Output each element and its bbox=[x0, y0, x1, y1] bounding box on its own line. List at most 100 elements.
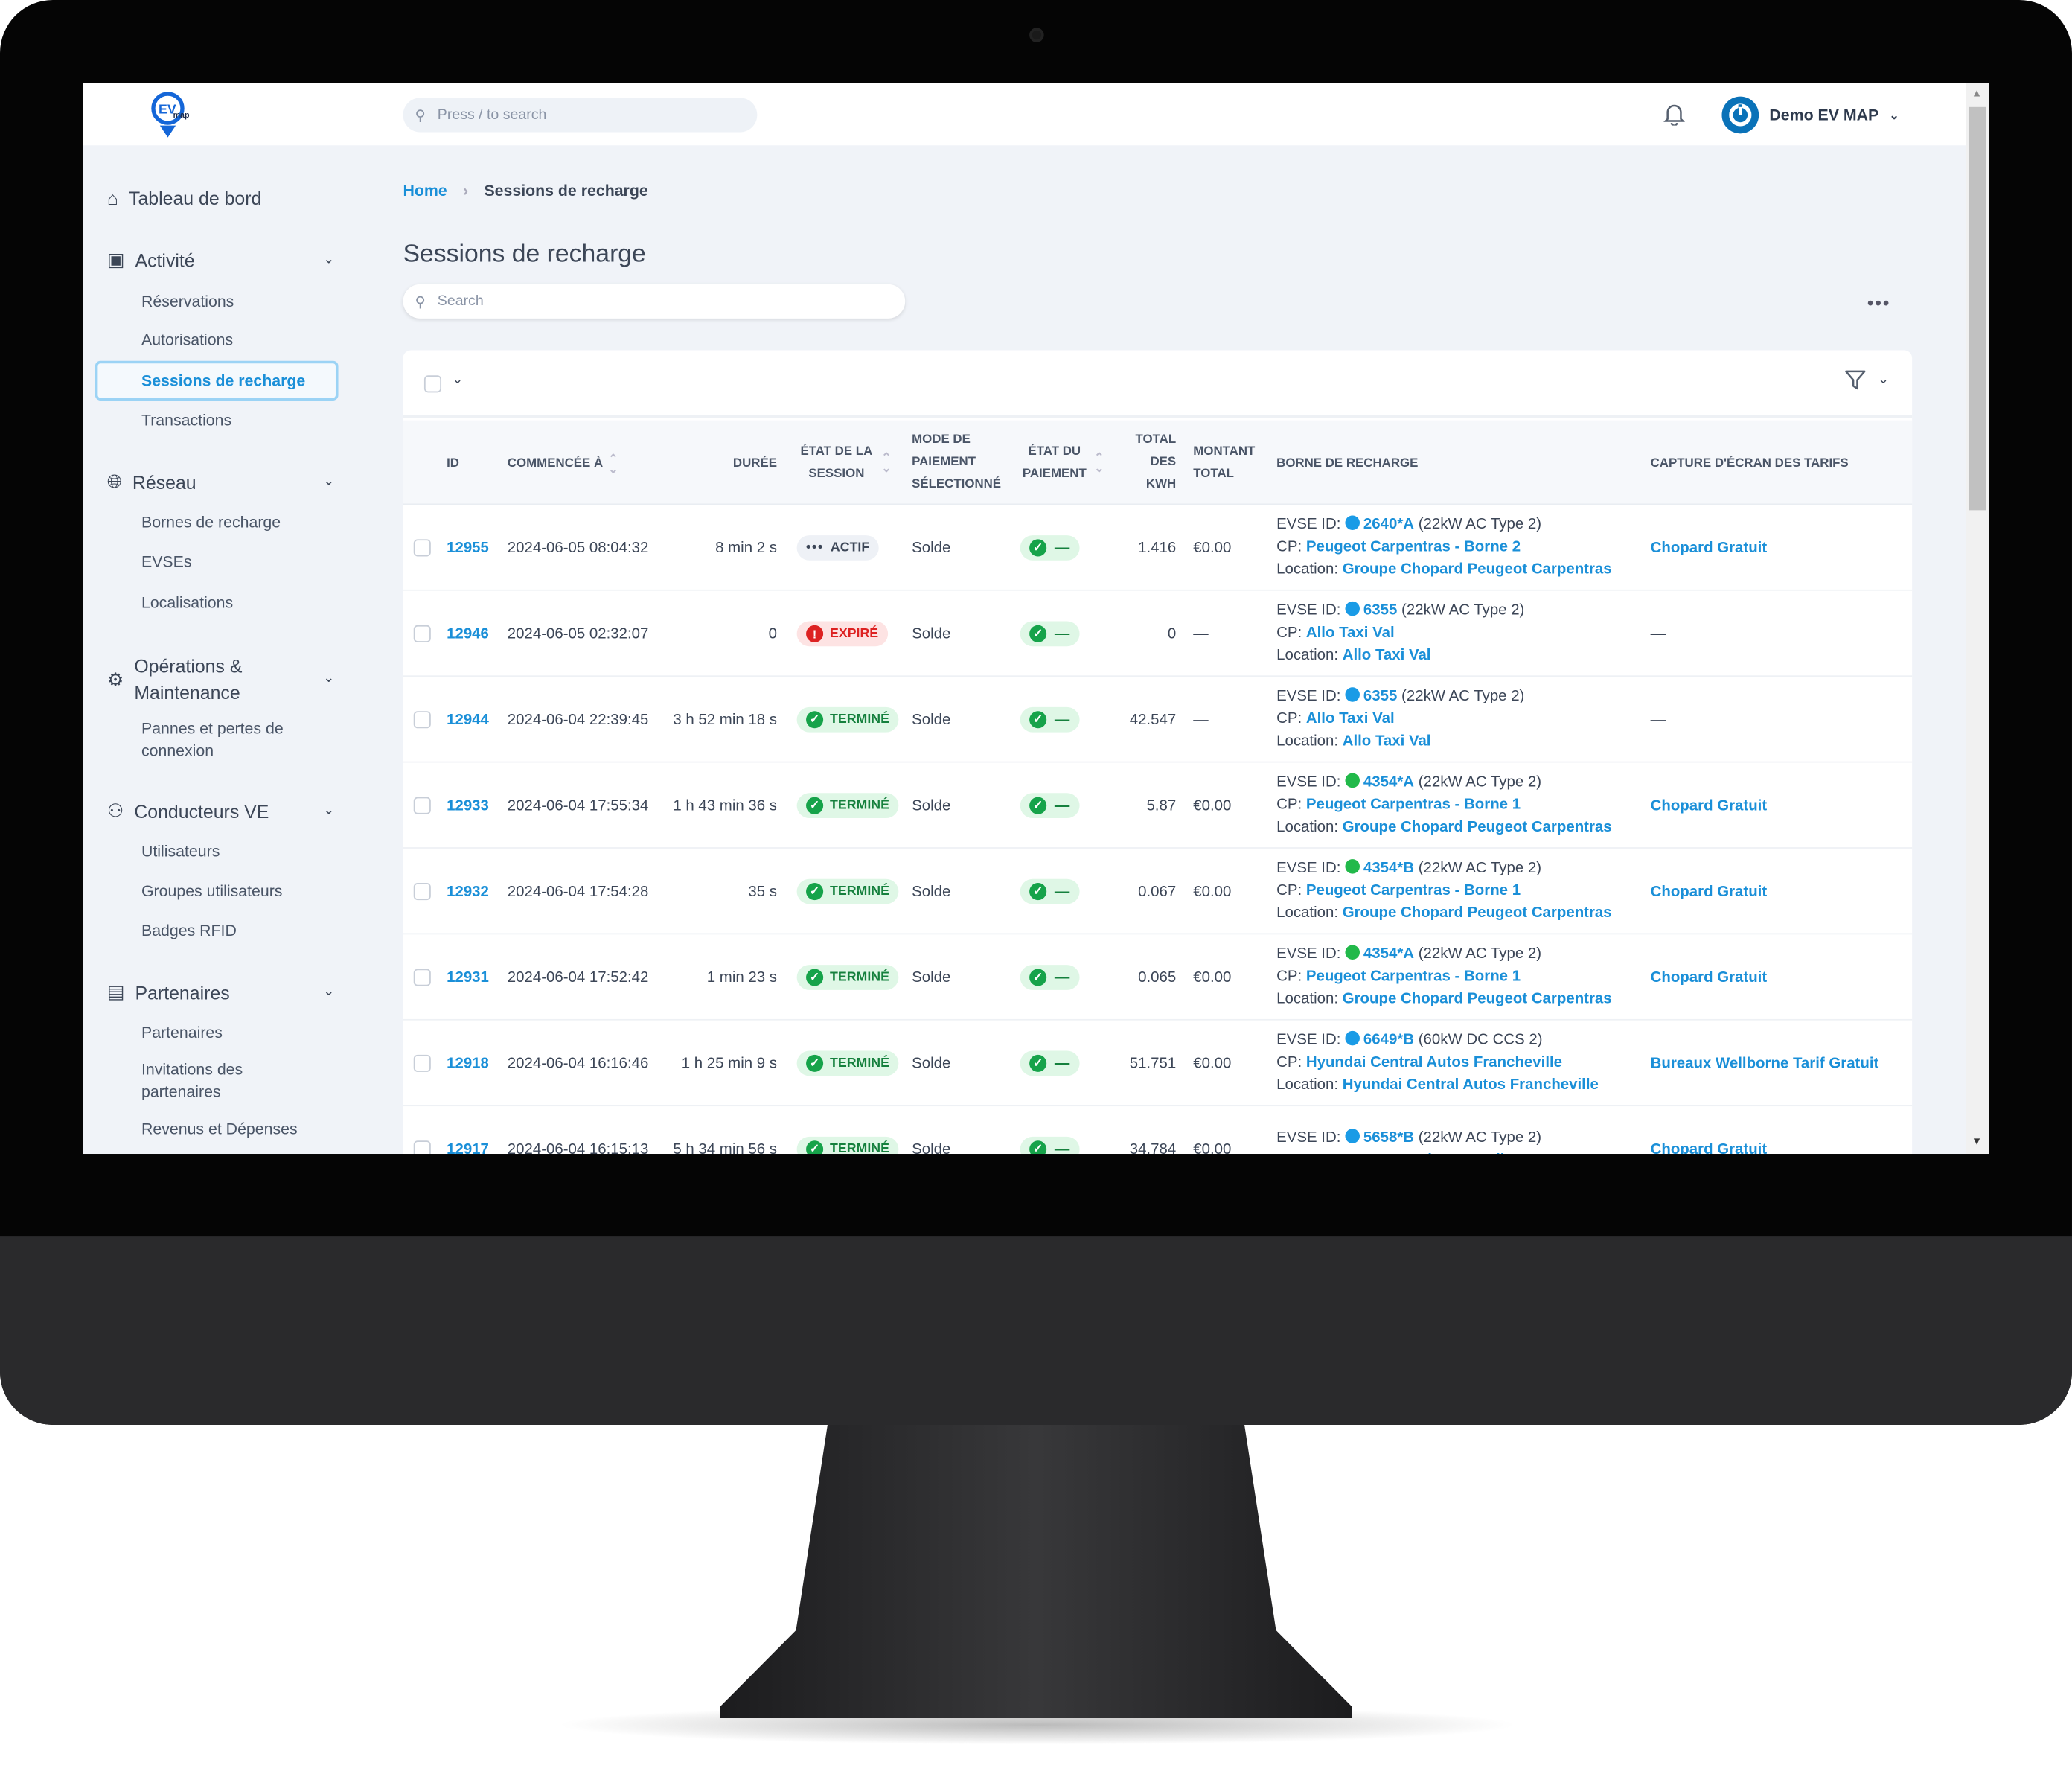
table-row[interactable]: 12931 2024-06-04 17:52:42 1 min 23 s ✓ TE… bbox=[403, 934, 1913, 1021]
table-row[interactable]: 12944 2024-06-04 22:39:45 3 h 52 min 18 … bbox=[403, 677, 1913, 763]
tariff-link[interactable]: Bureaux Wellborne Tarif Gratuit bbox=[1651, 1021, 1879, 1106]
cp-link[interactable]: Allo Taxi Val bbox=[1306, 711, 1395, 727]
user-menu[interactable]: Demo EV MAP ⌄ bbox=[1721, 96, 1899, 134]
cp-link[interactable]: Peugeot Carpentras - Borne 1 bbox=[1306, 797, 1521, 813]
sidebar-item-autorisations[interactable]: Autorisations bbox=[141, 329, 327, 351]
sidebar-section-partenaires[interactable]: ▤ Partenaires ⌄ bbox=[107, 980, 334, 1003]
location-link[interactable]: Allo Taxi Val bbox=[1343, 733, 1431, 749]
sidebar-item-reservations[interactable]: Réservations bbox=[141, 291, 327, 313]
table-row[interactable]: 12933 2024-06-04 17:55:34 1 h 43 min 36 … bbox=[403, 762, 1913, 849]
location-link[interactable]: Groupe Chopard Peugeot Carpentras bbox=[1343, 562, 1612, 578]
table-row[interactable]: 12917 2024-06-04 16:15:13 5 h 34 min 56 … bbox=[403, 1106, 1913, 1155]
table-row[interactable]: 12932 2024-06-04 17:54:28 35 s ✓ TERMINÉ … bbox=[403, 849, 1913, 935]
evse-link[interactable]: 6355 bbox=[1363, 603, 1397, 619]
session-id-link[interactable]: 12918 bbox=[447, 1021, 489, 1106]
scrollbar-thumb[interactable] bbox=[1969, 106, 1986, 511]
session-id-link[interactable]: 12931 bbox=[447, 934, 489, 1020]
sidebar-label: Sessions de recharge bbox=[141, 371, 306, 389]
cp-link[interactable]: Peugeot Carpentras - Borne 1 bbox=[1306, 969, 1521, 984]
session-id-link[interactable]: 12933 bbox=[447, 762, 489, 848]
column-header-capture-tarifs[interactable]: Capture d'écran des tarifs bbox=[1651, 452, 1849, 474]
cp-link[interactable]: Peugeot Orange borne atelier bbox=[1306, 1152, 1519, 1154]
location-link[interactable]: Groupe Chopard Peugeot Carpentras bbox=[1343, 992, 1612, 1007]
location-link[interactable]: Groupe Chopard Peugeot Carpentras bbox=[1343, 820, 1612, 835]
sidebar-item-invitations[interactable]: Invitations des partenaires bbox=[141, 1059, 274, 1103]
sidebar-item-revenus[interactable]: Revenus et Dépenses bbox=[141, 1118, 327, 1140]
bell-icon[interactable] bbox=[1663, 102, 1686, 130]
row-checkbox[interactable] bbox=[413, 1054, 431, 1072]
sidebar-item-bornes[interactable]: Bornes de recharge bbox=[141, 511, 327, 534]
evse-link[interactable]: 2640*A bbox=[1363, 517, 1414, 532]
evse-link[interactable]: 6649*B bbox=[1363, 1033, 1414, 1048]
sidebar-item-badges[interactable]: Badges RFID bbox=[141, 920, 327, 942]
breadcrumb-home-link[interactable]: Home bbox=[403, 181, 447, 200]
session-status-badge: ••• ACTIF bbox=[796, 535, 879, 561]
evse-link[interactable]: 4354*B bbox=[1363, 861, 1414, 876]
session-id-link[interactable]: 12944 bbox=[447, 677, 489, 762]
evse-link[interactable]: 5658*B bbox=[1363, 1129, 1414, 1145]
session-id-link[interactable]: 12946 bbox=[447, 591, 489, 677]
tariff-link[interactable]: Chopard Gratuit bbox=[1651, 762, 1768, 848]
ev-map-logo[interactable]: EV map bbox=[150, 92, 192, 139]
filter-icon[interactable] bbox=[1844, 368, 1867, 395]
session-id-link[interactable]: 12932 bbox=[447, 849, 489, 934]
row-checkbox[interactable] bbox=[413, 797, 431, 814]
row-checkbox[interactable] bbox=[413, 969, 431, 986]
column-header-commencee[interactable]: Commencée à ⌃ ⌄ bbox=[508, 452, 618, 474]
sidebar-item-sessions[interactable]: Sessions de recharge bbox=[95, 360, 339, 401]
column-header-etat-paiement[interactable]: État du paiement ⌃ ⌄ bbox=[1020, 440, 1116, 485]
column-header-borne[interactable]: Borne de recharge bbox=[1276, 452, 1418, 474]
location-link[interactable]: Allo Taxi Val bbox=[1343, 648, 1431, 663]
row-checkbox[interactable] bbox=[413, 1140, 431, 1155]
cp-link[interactable]: Peugeot Carpentras - Borne 1 bbox=[1306, 883, 1521, 899]
sidebar-item-utilisateurs[interactable]: Utilisateurs bbox=[141, 840, 327, 863]
cp-link[interactable]: Hyundai Central Autos Francheville bbox=[1306, 1055, 1562, 1071]
column-header-mode-paiement[interactable]: Mode de paiement sélectionné bbox=[912, 428, 1007, 496]
select-all-checkbox[interactable] bbox=[423, 375, 442, 393]
sidebar-item-transactions[interactable]: Transactions bbox=[141, 409, 327, 432]
column-header-etat-session[interactable]: État de la session ⌃ ⌄ bbox=[797, 440, 903, 485]
tariff-link[interactable]: Chopard Gratuit bbox=[1651, 934, 1768, 1020]
table-row[interactable]: 12955 2024-06-05 08:04:32 8 min 2 s ••• A… bbox=[403, 505, 1913, 591]
more-options-icon[interactable]: ••• bbox=[1867, 292, 1890, 313]
chevron-down-icon[interactable]: ⌄ bbox=[452, 373, 463, 388]
row-checkbox[interactable] bbox=[413, 539, 431, 557]
tariff-link[interactable]: Chopard Gratuit bbox=[1651, 1106, 1768, 1154]
column-header-id[interactable]: ID bbox=[447, 452, 459, 474]
evse-link[interactable]: 6355 bbox=[1363, 689, 1397, 704]
scroll-up-icon[interactable]: ▲ bbox=[1972, 87, 1982, 99]
scroll-down-icon[interactable]: ▼ bbox=[1972, 1135, 1982, 1147]
evse-link[interactable]: 4354*A bbox=[1363, 946, 1414, 962]
tariff-link[interactable]: Chopard Gratuit bbox=[1651, 505, 1768, 590]
sidebar-item-dashboard[interactable]: ⌂ Tableau de bord bbox=[107, 188, 334, 208]
table-row[interactable]: 12918 2024-06-04 16:16:46 1 h 25 min 9 s… bbox=[403, 1021, 1913, 1107]
session-id-link[interactable]: 12917 bbox=[447, 1106, 489, 1154]
sidebar-section-activite[interactable]: ▣ Activité ⌄ bbox=[107, 249, 334, 271]
sidebar-section-operations[interactable]: ⚙ Opérations & Maintenance ⌄ bbox=[107, 653, 334, 706]
row-checkbox[interactable] bbox=[413, 625, 431, 642]
sidebar-item-groupes[interactable]: Groupes utilisateurs bbox=[141, 880, 327, 902]
row-checkbox[interactable] bbox=[413, 711, 431, 729]
location-link[interactable]: Groupe Chopard Peugeot Carpentras bbox=[1343, 905, 1612, 921]
cp-link[interactable]: Allo Taxi Val bbox=[1306, 625, 1395, 641]
evse-link[interactable]: 4354*A bbox=[1363, 774, 1414, 790]
sidebar-section-conducteurs[interactable]: ⚇ Conducteurs VE ⌄ bbox=[107, 800, 334, 822]
session-id-link[interactable]: 12955 bbox=[447, 505, 489, 590]
column-header-duree[interactable]: Durée bbox=[707, 452, 777, 474]
sidebar-item-pannes[interactable]: Pannes et pertes de connexion bbox=[141, 718, 327, 762]
search-input[interactable]: ⚲ Search bbox=[403, 284, 906, 319]
column-header-kwh[interactable]: Total des kWh bbox=[1122, 428, 1177, 496]
tariff-link[interactable]: Chopard Gratuit bbox=[1651, 849, 1768, 934]
row-checkbox[interactable] bbox=[413, 883, 431, 901]
sidebar-item-localisations[interactable]: Localisations bbox=[141, 592, 327, 614]
sidebar-item-evses[interactable]: EVSEs bbox=[141, 551, 327, 573]
column-header-montant[interactable]: Montant total bbox=[1193, 440, 1267, 485]
global-search-input[interactable]: ⚲ Press / to search bbox=[403, 98, 758, 133]
location-link[interactable]: Hyundai Central Autos Francheville bbox=[1343, 1077, 1599, 1093]
cp-link[interactable]: Peugeot Carpentras - Borne 2 bbox=[1306, 539, 1521, 555]
table-row[interactable]: 12946 2024-06-05 02:32:07 0 ! EXPIRÉ Sold… bbox=[403, 591, 1913, 677]
sidebar-item-partenaires[interactable]: Partenaires bbox=[141, 1021, 327, 1044]
page-scrollbar[interactable]: ▲ ▼ bbox=[1966, 83, 1989, 1155]
sidebar-section-reseau[interactable]: 🌐︎ Réseau ⌄ bbox=[107, 470, 334, 493]
chevron-down-icon[interactable]: ⌄ bbox=[1878, 373, 1889, 388]
